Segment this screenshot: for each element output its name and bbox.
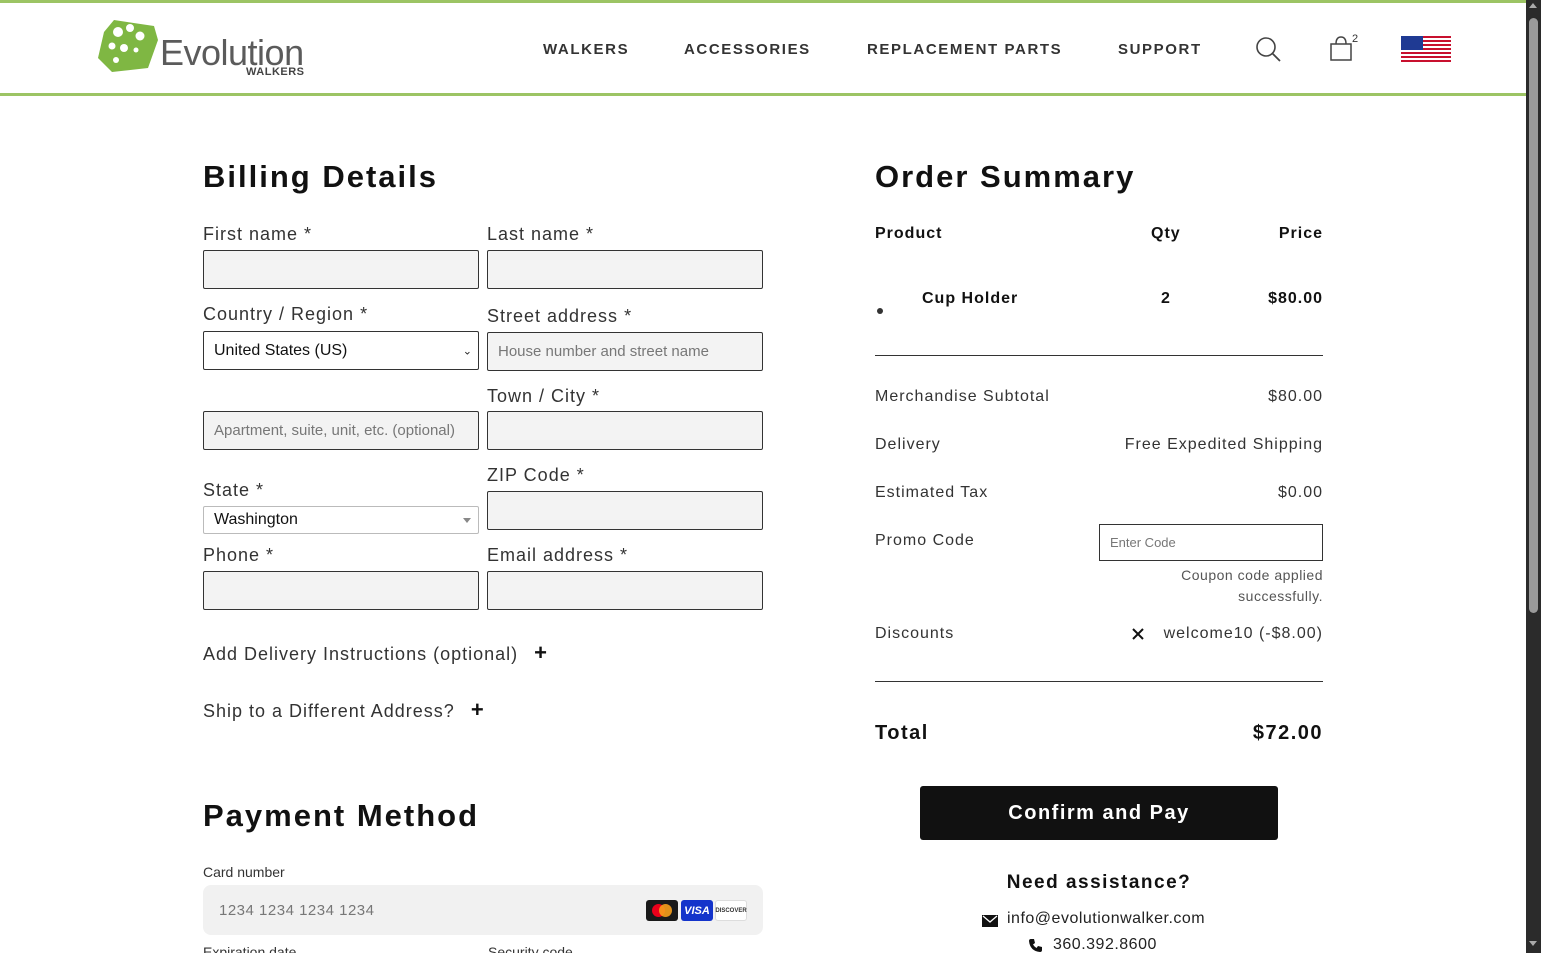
divider [875,681,1323,682]
discover-icon: DISCOVER [715,900,747,921]
expiry-label: Expiration date [203,944,297,953]
street-placeholder: House number and street name [498,343,709,360]
subtotal-label: Merchandise Subtotal [875,388,1050,405]
order-summary-title: Order Summary [875,159,1136,194]
nav-accessories[interactable]: ACCESSORIES [684,41,811,58]
plus-icon: + [470,697,485,722]
visa-icon: VISA [681,900,713,921]
card-number-label: Card number [203,864,285,880]
total-label: Total [875,722,929,744]
country-select[interactable]: United States (US) ⌄ [203,331,479,370]
nav-walkers[interactable]: WALKERS [543,41,629,58]
nav-support[interactable]: SUPPORT [1118,41,1202,58]
delivery-label: Delivery [875,436,941,453]
state-label: State * [203,480,265,500]
tax-value: $0.00 [1277,484,1323,501]
first-name-input[interactable] [203,250,479,289]
delivery-instructions-toggle[interactable]: Add Delivery Instructions (optional) + [203,640,548,666]
nav-replacement-parts[interactable]: REPLACEMENT PARTS [867,41,1062,58]
street-input[interactable]: House number and street name [487,332,763,371]
qty-header: Qty [1151,225,1181,242]
billing-title: Billing Details [203,159,438,194]
city-label: Town / City * [487,386,601,406]
site-header: Evolution WALKERS WALKERS ACCESSORIES RE… [0,3,1526,96]
cart-count-badge: 2 [1352,33,1359,45]
country-label: Country / Region * [203,304,369,324]
discount-value: welcome10 (-$8.00) [1163,625,1323,642]
mastercard-icon [646,900,678,921]
payment-title: Payment Method [203,798,480,833]
shopping-bag-icon[interactable] [1328,35,1354,66]
item-qty: 2 [1161,290,1171,307]
scrollbar-thumb[interactable] [1529,18,1538,613]
chevron-down-icon: ⌄ [462,345,472,357]
ship-different-toggle[interactable]: Ship to a Different Address? + [203,697,485,723]
card-number-placeholder: 1234 1234 1234 1234 [219,902,375,919]
logo-icon [98,20,158,72]
delivery-value: Free Expedited Shipping [1124,436,1323,453]
promo-label: Promo Code [875,532,975,549]
price-header: Price [1278,225,1323,242]
product-header: Product [875,225,943,242]
discounts-label: Discounts [875,625,955,642]
zip-label: ZIP Code * [487,465,585,485]
scroll-down-icon[interactable] [1529,941,1537,946]
remove-coupon-icon[interactable] [1132,627,1144,645]
brand-logo[interactable]: Evolution WALKERS [96,18,306,82]
coupon-message-line-1: Coupon code applied [1181,567,1323,583]
cvc-label: Security code [488,944,573,953]
support-email-link[interactable]: info@evolutionwalker.com [1007,910,1205,928]
item-price: $80.00 [1268,290,1323,307]
ship-different-label: Ship to a Different Address? [203,701,455,721]
apartment-placeholder: Apartment, suite, unit, etc. (optional) [214,422,455,439]
search-icon[interactable] [1255,36,1281,67]
envelope-icon [982,914,998,932]
zip-input[interactable] [487,491,763,530]
divider [875,355,1323,356]
support-phone-link[interactable]: 360.392.8600 [1053,936,1157,953]
coupon-message: Coupon code applied successfully. [1100,565,1323,607]
first-name-label: First name * [203,224,313,244]
product-thumbnail [876,302,884,314]
tax-label: Estimated Tax [875,484,989,501]
city-input[interactable] [487,411,763,450]
us-flag-icon[interactable] [1401,36,1451,62]
email-label: Email address * [487,545,629,565]
scrollbar[interactable] [1526,0,1541,953]
state-select[interactable]: Washington [203,506,479,534]
last-name-label: Last name * [487,224,595,244]
street-label: Street address * [487,306,633,326]
email-input[interactable] [487,571,763,610]
scroll-up-icon[interactable] [1529,3,1537,8]
dropdown-arrow-icon [463,518,471,523]
apartment-input[interactable]: Apartment, suite, unit, etc. (optional) [203,411,479,450]
phone-label: Phone * [203,545,275,565]
brand-subtitle: WALKERS [246,66,305,78]
delivery-instructions-label: Add Delivery Instructions (optional) [203,644,519,664]
need-assistance-heading: Need assistance? [1006,872,1192,893]
promo-code-input[interactable]: Enter Code [1099,524,1323,561]
subtotal-value: $80.00 [1268,388,1323,405]
total-value: $72.00 [1252,722,1323,744]
country-value: United States (US) [214,341,348,359]
plus-icon: + [534,640,548,665]
card-number-input[interactable]: 1234 1234 1234 1234 VISA DISCOVER [203,885,763,935]
item-name: Cup Holder [922,290,1019,307]
phone-icon [1028,938,1043,953]
confirm-and-pay-button[interactable]: Confirm and Pay [920,786,1278,840]
state-value: Washington [214,511,298,528]
phone-input[interactable] [203,571,479,610]
coupon-message-line-2: successfully. [1238,588,1323,604]
last-name-input[interactable] [487,250,763,289]
promo-placeholder: Enter Code [1110,535,1176,550]
